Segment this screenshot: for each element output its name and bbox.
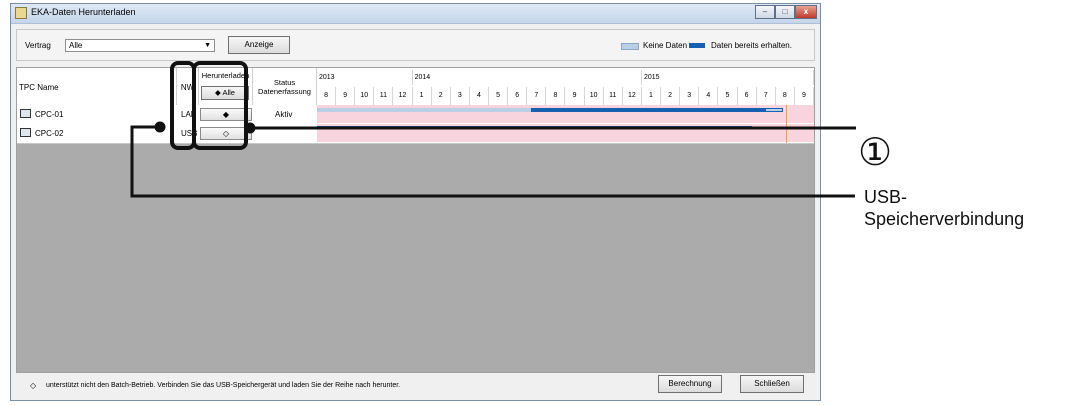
usb-callout-line <box>130 125 855 198</box>
nw-column-highlight <box>170 61 196 150</box>
usb-label-line2: Speicherverbindung <box>864 209 1025 229</box>
download-column-highlight <box>192 61 248 150</box>
usb-connection-label: USB- Speicherverbindung <box>864 186 1024 230</box>
callout-number: ① <box>858 132 893 174</box>
usb-label-line1: USB- <box>864 187 908 207</box>
